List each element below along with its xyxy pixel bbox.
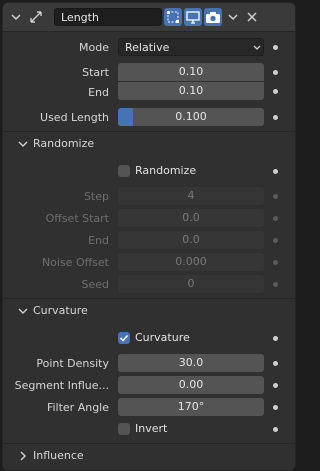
invert-checkbox-label: Invert <box>135 422 168 435</box>
random-end-keyframe-dot[interactable] <box>273 238 278 243</box>
used-length-keyframe-dot[interactable] <box>273 115 278 120</box>
chevron-down-icon <box>18 141 28 147</box>
camera-icon <box>206 12 220 23</box>
viewport-icon <box>186 11 200 24</box>
seed-keyframe-dot[interactable] <box>273 282 278 287</box>
random-end-label: End <box>88 234 109 247</box>
used-length-slider[interactable]: 0.100 <box>118 108 264 126</box>
noise-offset-label: Noise Offset <box>41 256 109 269</box>
curvature-keyframe-dot[interactable] <box>273 336 278 341</box>
curvature-checkbox[interactable] <box>118 332 130 344</box>
used-length-label: Used Length <box>40 111 109 124</box>
mode-label: Mode <box>79 41 109 54</box>
noise-offset-keyframe-dot[interactable] <box>273 260 278 265</box>
randomize-keyframe-dot[interactable] <box>273 169 278 174</box>
used-length-value: 0.100 <box>175 110 207 123</box>
step-label: Step <box>83 190 109 203</box>
modifier-name-input[interactable]: Length <box>54 8 162 26</box>
filter-angle-field[interactable]: 170° <box>118 398 264 416</box>
modifier-header: Length <box>3 3 295 32</box>
step-keyframe-dot[interactable] <box>273 194 278 199</box>
dropdown-chevron-icon[interactable] <box>228 12 238 22</box>
step-field[interactable]: 4 <box>118 187 264 205</box>
mode-value: Relative <box>125 41 170 54</box>
randomize-section-title: Randomize <box>33 137 95 150</box>
edit-mode-icon <box>167 11 179 23</box>
chevron-down-icon <box>18 308 28 314</box>
seed-label: Seed <box>81 278 110 291</box>
curvature-checkbox-label: Curvature <box>135 331 190 344</box>
end-label: End <box>88 86 109 99</box>
segment-influence-label: Segment Influe... <box>14 379 109 392</box>
filter-angle-label: Filter Angle <box>46 401 109 414</box>
end-field[interactable]: 0.10 <box>118 82 264 100</box>
segment-influence-field[interactable]: 0.00 <box>118 376 264 394</box>
filter-angle-keyframe-dot[interactable] <box>273 405 278 410</box>
curvature-section-header[interactable]: Curvature <box>3 298 295 323</box>
offset-start-keyframe-dot[interactable] <box>273 216 278 221</box>
start-keyframe-dot[interactable] <box>273 70 278 75</box>
start-field[interactable]: 0.10 <box>118 63 264 81</box>
point-density-field[interactable]: 30.0 <box>118 354 264 372</box>
length-arrows-icon <box>30 11 42 23</box>
offset-start-field[interactable]: 0.0 <box>118 209 264 227</box>
end-keyframe-dot[interactable] <box>273 89 278 94</box>
render-toggle[interactable] <box>204 8 222 26</box>
invert-keyframe-dot[interactable] <box>273 427 278 432</box>
randomize-checkbox[interactable] <box>118 165 130 177</box>
influence-section-header[interactable]: Influence <box>3 443 295 468</box>
start-label: Start <box>82 66 109 79</box>
point-density-label: Point Density <box>36 357 109 370</box>
invert-checkbox[interactable] <box>118 423 130 435</box>
point-density-keyframe-dot[interactable] <box>273 361 278 366</box>
chevron-down-icon <box>253 45 261 50</box>
influence-section-title: Influence <box>33 449 84 462</box>
close-icon[interactable] <box>247 12 257 22</box>
mode-select[interactable]: Relative <box>118 38 264 56</box>
noise-offset-field[interactable]: 0.000 <box>118 253 264 271</box>
randomize-checkbox-label: Randomize <box>135 164 197 177</box>
edit-mode-toggle[interactable] <box>164 8 182 26</box>
chevron-right-icon <box>20 451 26 461</box>
mode-keyframe-dot[interactable] <box>273 45 278 50</box>
chevron-down-icon[interactable] <box>11 12 21 22</box>
seed-field[interactable]: 0 <box>118 275 264 293</box>
random-end-field[interactable]: 0.0 <box>118 231 264 249</box>
viewport-toggle[interactable] <box>184 8 202 26</box>
offset-start-label: Offset Start <box>45 212 109 225</box>
checkmark-icon <box>119 334 129 342</box>
segment-influence-keyframe-dot[interactable] <box>273 383 278 388</box>
randomize-section-header[interactable]: Randomize <box>3 131 295 156</box>
modifier-panel: Length Mode Relative Start 0.10 End 0.10… <box>2 2 296 471</box>
curvature-section-title: Curvature <box>33 304 88 317</box>
